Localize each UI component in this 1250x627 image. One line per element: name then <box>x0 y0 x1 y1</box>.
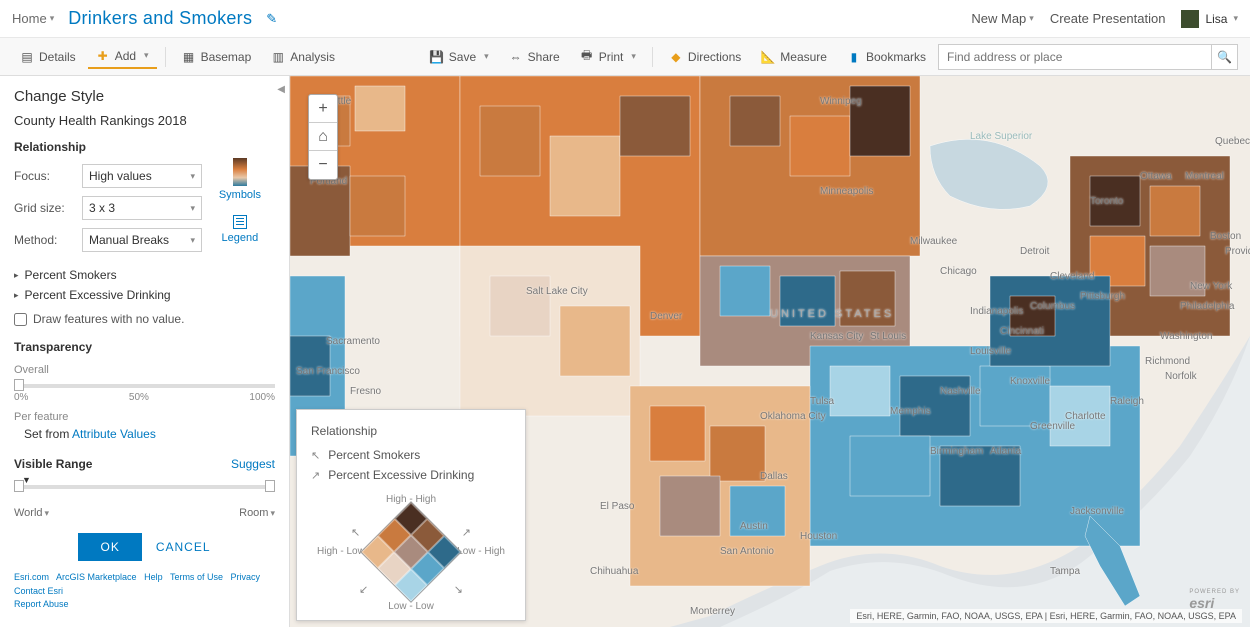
style-panel: ◀ Change Style County Health Rankings 20… <box>0 76 290 627</box>
legend-lh: Low - High <box>457 546 505 557</box>
details-icon: ▤ <box>20 50 34 64</box>
toolbar: ▤Details ✚Add▾ ▦Basemap ▥Analysis 💾Save▾… <box>0 38 1250 76</box>
search-box: 🔍 <box>938 44 1238 70</box>
focus-label: Focus: <box>14 169 72 183</box>
analysis-button[interactable]: ▥Analysis <box>263 46 343 68</box>
avatar <box>1181 10 1199 28</box>
footer-link[interactable]: Esri.com <box>14 572 49 582</box>
add-icon: ✚ <box>96 49 110 63</box>
attribute-values-link[interactable]: Attribute Values <box>72 427 156 441</box>
user-menu[interactable]: Lisa▾ <box>1181 10 1238 28</box>
transparency-header: Transparency <box>14 340 275 354</box>
print-icon: 🖶 <box>580 50 594 64</box>
new-map-link[interactable]: New Map▾ <box>971 11 1033 26</box>
bookmarks-button[interactable]: ▮Bookmarks <box>839 46 934 68</box>
footer-link[interactable]: Help <box>144 572 163 582</box>
legend-title: Relationship <box>311 424 511 438</box>
footer-link[interactable]: Privacy <box>230 572 260 582</box>
transparency-slider[interactable] <box>14 384 275 388</box>
ok-button[interactable]: OK <box>78 533 141 561</box>
measure-button[interactable]: 📐Measure <box>753 46 835 68</box>
directions-icon: ◆ <box>669 50 683 64</box>
scale-world[interactable]: World▾ <box>14 507 49 519</box>
save-button[interactable]: 💾Save▾ <box>422 46 497 68</box>
map-attribution: Esri, HERE, Garmin, FAO, NOAA, USGS, EPA… <box>850 609 1242 623</box>
visible-range-header: Visible Range <box>14 457 92 471</box>
chevron-right-icon: ▸ <box>14 270 19 281</box>
add-button[interactable]: ✚Add▾ <box>88 45 157 69</box>
arrow-up-right-icon: ↗ <box>311 469 320 482</box>
visible-range-slider[interactable]: ▼ <box>14 485 275 489</box>
no-value-checkbox[interactable] <box>14 313 27 326</box>
attr1-expander[interactable]: ▸Percent Smokers <box>14 268 275 282</box>
zoom-in-button[interactable]: + <box>309 95 337 123</box>
esri-logo: POWERED BYesri <box>1189 589 1240 611</box>
share-button[interactable]: ⇔Share <box>501 46 568 68</box>
search-input[interactable] <box>939 50 1211 64</box>
method-select[interactable]: Manual Breaks▾ <box>82 228 202 252</box>
basemap-button[interactable]: ▦Basemap <box>174 46 260 68</box>
method-label: Method: <box>14 233 72 247</box>
grid-label: Grid size: <box>14 201 72 215</box>
chevron-right-icon: ▸ <box>14 290 19 301</box>
measure-icon: 📐 <box>761 50 775 64</box>
arrow-up-left-icon: ↖ <box>311 449 320 462</box>
map-title: Drinkers and Smokers <box>68 8 252 29</box>
analysis-icon: ▥ <box>271 50 285 64</box>
no-value-label: Draw features with no value. <box>33 312 184 326</box>
zoom-out-button[interactable]: − <box>309 151 337 179</box>
section-header: Relationship <box>14 140 275 154</box>
search-icon[interactable]: 🔍 <box>1211 45 1237 69</box>
legend-card: Relationship ↖Percent Smokers ↗Percent E… <box>296 409 526 621</box>
slider-handle[interactable] <box>14 379 24 391</box>
basemap-icon: ▦ <box>182 50 196 64</box>
footer-links: Esri.com ArcGIS Marketplace Help Terms o… <box>14 571 275 612</box>
home-extent-button[interactable]: ⌂ <box>309 123 337 151</box>
share-icon: ⇔ <box>509 50 523 64</box>
create-presentation-link[interactable]: Create Presentation <box>1050 11 1166 26</box>
footer-link[interactable]: ArcGIS Marketplace <box>56 572 137 582</box>
per-feature-label: Per feature <box>14 411 275 423</box>
symbols-icon <box>233 158 247 186</box>
focus-select[interactable]: High values▾ <box>82 164 202 188</box>
legend-icon <box>233 215 247 229</box>
map-area[interactable]: Seattle Portland San Francisco Sacrament… <box>290 76 1250 627</box>
scale-room[interactable]: Room▾ <box>239 507 275 519</box>
slider-handle-max[interactable] <box>265 480 275 492</box>
footer-link[interactable]: Terms of Use <box>170 572 223 582</box>
legend-hl: High - Low <box>317 546 365 557</box>
footer-link[interactable]: Contact Esri <box>14 586 63 596</box>
footer-link[interactable]: Report Abuse <box>14 599 69 609</box>
print-button[interactable]: 🖶Print▾ <box>572 46 644 68</box>
overall-label: Overall <box>14 364 275 376</box>
directions-button[interactable]: ◆Directions <box>661 46 749 68</box>
save-icon: 💾 <box>430 50 444 64</box>
top-header: Home▾ Drinkers and Smokers ✎ New Map▾ Cr… <box>0 0 1250 38</box>
symbols-link[interactable]: Symbols <box>219 158 261 201</box>
legend-diamond <box>360 501 462 603</box>
suggest-link[interactable]: Suggest <box>231 457 275 471</box>
collapse-panel-icon[interactable]: ◀ <box>277 84 285 95</box>
zoom-controls: + ⌂ − <box>308 94 338 180</box>
attr2-expander[interactable]: ▸Percent Excessive Drinking <box>14 288 275 302</box>
bookmarks-icon: ▮ <box>847 50 861 64</box>
panel-title: Change Style <box>14 88 275 105</box>
home-link[interactable]: Home▾ <box>12 11 54 26</box>
grid-select[interactable]: 3 x 3▾ <box>82 196 202 220</box>
cancel-button[interactable]: CANCEL <box>156 540 211 554</box>
details-button[interactable]: ▤Details <box>12 46 84 68</box>
layer-name: County Health Rankings 2018 <box>14 113 275 128</box>
edit-title-icon[interactable]: ✎ <box>266 11 277 27</box>
legend-link[interactable]: Legend <box>219 215 261 244</box>
